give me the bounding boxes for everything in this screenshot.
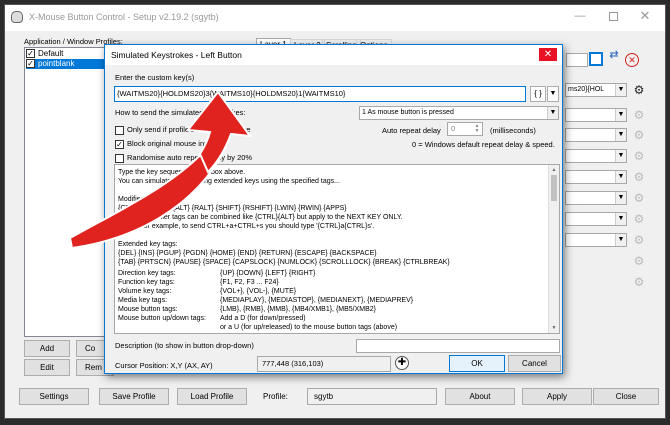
red-arrow-annotation (68, 90, 253, 250)
arrow-body (68, 125, 228, 250)
